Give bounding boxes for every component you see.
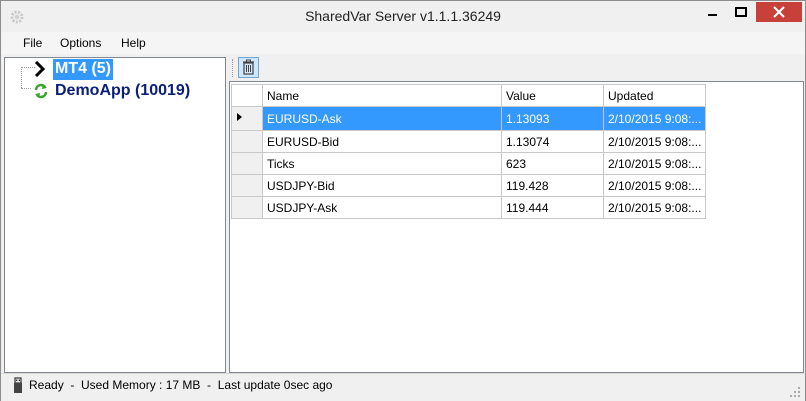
maximize-button[interactable] [727, 2, 755, 22]
cell-name[interactable]: EURUSD-Ask [262, 106, 502, 131]
tree-node-mt4[interactable]: MT4 (5) [33, 59, 123, 80]
chevron-right-icon [34, 61, 46, 77]
grid-toolbar [229, 56, 803, 81]
menu-file[interactable]: File [23, 36, 42, 50]
current-row-arrow-icon [237, 113, 242, 121]
close-icon [773, 6, 785, 18]
cell-name[interactable]: USDJPY-Ask [262, 196, 502, 219]
row-header[interactable] [231, 130, 263, 153]
table-header-row: Name Value Updated [231, 84, 707, 107]
table-row[interactable]: USDJPY-Ask 119.444 2/10/2015 9:08:... [231, 196, 707, 219]
minimize-button[interactable] [698, 2, 726, 22]
variables-table: Name Value Updated EURUSD-Ask 1.13093 2/… [231, 84, 707, 219]
resize-grip-icon[interactable] [789, 386, 801, 398]
cell-name[interactable]: EURUSD-Bid [262, 130, 502, 153]
delete-button[interactable] [238, 57, 259, 78]
close-button[interactable] [756, 2, 802, 22]
tree-node-demoapp[interactable]: DemoApp (10019) [33, 81, 213, 101]
table-row[interactable]: EURUSD-Bid 1.13074 2/10/2015 9:08:... [231, 130, 707, 153]
table-row[interactable]: USDJPY-Bid 119.428 2/10/2015 9:08:... [231, 174, 707, 197]
cell-value[interactable]: 1.13093 [501, 106, 604, 131]
cell-name[interactable]: USDJPY-Bid [262, 174, 502, 197]
cell-updated[interactable]: 2/10/2015 9:08:... [602, 152, 707, 175]
row-header[interactable] [231, 196, 263, 219]
title-bar[interactable]: SharedVar Server v1.1.1.36249 [1, 1, 805, 32]
column-header-updated[interactable]: Updated [602, 84, 707, 107]
window-title: SharedVar Server v1.1.1.36249 [305, 8, 501, 24]
variables-grid[interactable]: Name Value Updated EURUSD-Ask 1.13093 2/… [229, 81, 804, 373]
tree-connector [21, 67, 22, 88]
column-header-value[interactable]: Value [501, 84, 604, 107]
status-bar: Ready - Used Memory : 17 MB - Last updat… [1, 373, 805, 401]
cell-value[interactable]: 119.444 [501, 196, 604, 219]
cell-updated[interactable]: 2/10/2015 9:08:... [602, 174, 707, 197]
column-header-name[interactable]: Name [262, 84, 502, 107]
maximize-icon [735, 7, 747, 17]
minimize-icon [708, 14, 717, 16]
cell-updated[interactable]: 2/10/2015 9:08:... [602, 130, 707, 153]
tree-node-label: DemoApp (10019) [55, 82, 191, 99]
connection-tree[interactable]: MT4 (5) DemoApp (10019) [4, 57, 226, 373]
row-header[interactable] [231, 152, 263, 175]
usb-plug-icon [14, 377, 22, 393]
cell-value[interactable]: 1.13074 [501, 130, 604, 153]
menu-bar: File Options Help [1, 32, 805, 54]
cell-updated[interactable]: 2/10/2015 9:08:... [602, 196, 707, 219]
status-text: Ready - Used Memory : 17 MB - Last updat… [29, 378, 333, 392]
trash-icon [243, 59, 254, 75]
menu-options[interactable]: Options [60, 36, 101, 50]
cell-updated[interactable]: 2/10/2015 9:08:... [602, 106, 707, 131]
tree-node-label: MT4 (5) [53, 59, 113, 80]
cell-name[interactable]: Ticks [262, 152, 502, 175]
table-row[interactable]: EURUSD-Ask 1.13093 2/10/2015 9:08:... [231, 106, 707, 131]
tree-connector [21, 88, 31, 89]
toolbar-grip[interactable] [232, 59, 235, 77]
table-row[interactable]: Ticks 623 2/10/2015 9:08:... [231, 152, 707, 175]
row-header[interactable] [231, 174, 263, 197]
cell-value[interactable]: 119.428 [501, 174, 604, 197]
row-header[interactable] [231, 106, 263, 131]
menu-help[interactable]: Help [121, 36, 146, 50]
cell-value[interactable]: 623 [501, 152, 604, 175]
refresh-icon [34, 83, 48, 99]
main-window: SharedVar Server v1.1.1.36249 File Optio… [0, 0, 806, 401]
corner-header[interactable] [231, 84, 263, 107]
